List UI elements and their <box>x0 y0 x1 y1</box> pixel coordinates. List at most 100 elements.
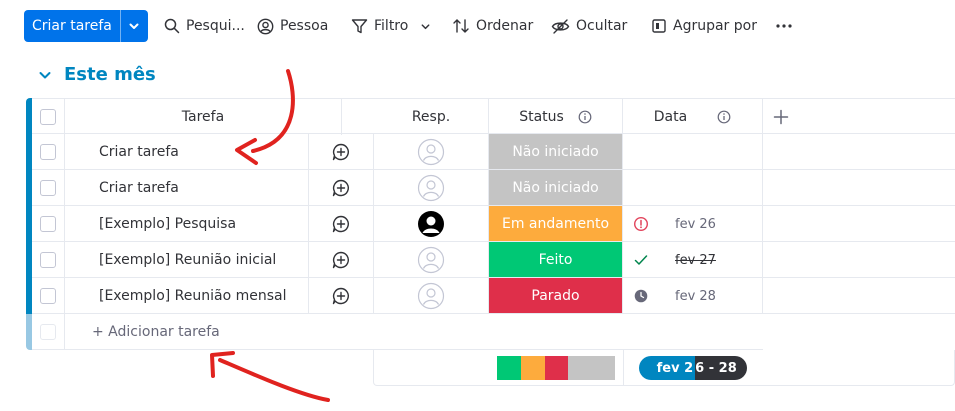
empty-avatar-icon[interactable] <box>417 174 445 202</box>
table-row[interactable]: Criar tarefa Não iniciado <box>32 134 955 170</box>
search-label: Pesqui... <box>186 18 245 34</box>
date-cell[interactable]: fev 27 <box>623 242 763 278</box>
add-task-row[interactable]: + Adicionar tarefa <box>32 314 763 350</box>
updates-cell[interactable] <box>309 206 374 242</box>
date-cell[interactable]: fev 28 <box>623 278 763 314</box>
table-row[interactable]: [Exemplo] Reunião inicial Feito fev 27 <box>32 242 955 278</box>
group-by-label: Agrupar por <box>673 18 757 34</box>
create-task-dropdown-button[interactable] <box>119 10 148 42</box>
info-icon[interactable] <box>578 110 592 124</box>
resp-cell[interactable] <box>374 170 489 206</box>
resp-cell[interactable] <box>374 242 489 278</box>
eye-off-icon <box>551 18 570 34</box>
empty-avatar-icon[interactable] <box>417 282 445 310</box>
add-update-icon[interactable] <box>331 214 351 234</box>
empty-avatar-icon[interactable] <box>417 246 445 274</box>
date-cell[interactable] <box>623 134 763 170</box>
more-dots-icon <box>776 24 792 28</box>
more-options-button[interactable] <box>775 10 799 42</box>
clock-icon <box>631 289 651 303</box>
column-header-task[interactable]: Tarefa <box>65 99 342 135</box>
add-update-icon[interactable] <box>331 178 351 198</box>
chevron-down-icon[interactable] <box>420 21 431 32</box>
row-checkbox[interactable] <box>40 252 56 268</box>
table-header-row: Tarefa Resp. Status Data <box>32 98 955 135</box>
table-row[interactable]: [Exemplo] Pesquisa Em andamento fev 26 <box>32 206 955 242</box>
group-header[interactable]: Este mês <box>38 64 156 85</box>
status-label[interactable]: Em andamento <box>489 206 622 241</box>
empty-cell <box>763 278 955 314</box>
row-select-cell <box>32 242 65 278</box>
select-all-checkbox[interactable] <box>40 109 56 125</box>
column-header-status-label: Status <box>519 109 564 125</box>
updates-cell[interactable] <box>309 134 374 170</box>
empty-cell <box>763 134 955 170</box>
info-icon[interactable] <box>717 110 731 124</box>
table-row[interactable]: Criar tarefa Não iniciado <box>32 170 955 206</box>
row-checkbox[interactable] <box>40 144 56 160</box>
status-label[interactable]: Não iniciado <box>489 170 622 205</box>
select-all-cell <box>32 99 65 135</box>
task-name[interactable]: Criar tarefa <box>65 170 309 206</box>
user-avatar-icon[interactable] <box>417 210 445 238</box>
task-name[interactable]: [Exemplo] Pesquisa <box>65 206 309 242</box>
create-task-split-button: Criar tarefa <box>24 10 148 42</box>
column-header-status[interactable]: Status <box>489 99 623 135</box>
add-update-icon[interactable] <box>331 142 351 162</box>
status-cell[interactable]: Em andamento <box>489 206 623 242</box>
status-label[interactable]: Feito <box>489 242 622 277</box>
add-row-checkbox <box>40 324 56 340</box>
chevron-down-icon[interactable] <box>38 68 52 82</box>
table-row[interactable]: [Exemplo] Reunião mensal Parado fev 28 <box>32 278 955 314</box>
row-checkbox[interactable] <box>40 180 56 196</box>
sort-label: Ordenar <box>476 18 534 34</box>
row-select-cell <box>32 170 65 206</box>
hide-button[interactable]: Ocultar <box>551 10 627 42</box>
column-header-date-label: Data <box>653 109 688 125</box>
hide-label: Ocultar <box>576 18 628 34</box>
row-checkbox[interactable] <box>40 216 56 232</box>
sort-button[interactable]: Ordenar <box>452 10 533 42</box>
resp-cell[interactable] <box>374 134 489 170</box>
create-task-button[interactable]: Criar tarefa <box>24 10 120 42</box>
empty-avatar-icon[interactable] <box>417 138 445 166</box>
person-label: Pessoa <box>280 18 329 34</box>
status-cell[interactable]: Não iniciado <box>489 170 623 206</box>
date-range-summary[interactable]: fev 2 6 - 28 <box>639 356 747 380</box>
task-name[interactable]: [Exemplo] Reunião inicial <box>65 242 309 278</box>
add-update-icon[interactable] <box>331 286 351 306</box>
add-column-plus-icon[interactable] <box>773 109 789 125</box>
status-label[interactable]: Parado <box>489 278 622 313</box>
search-button[interactable]: Pesqui... <box>164 10 245 42</box>
updates-cell[interactable] <box>309 278 374 314</box>
updates-cell[interactable] <box>309 170 374 206</box>
date-cell[interactable] <box>623 170 763 206</box>
task-name[interactable]: [Exemplo] Reunião mensal <box>65 278 309 314</box>
empty-cell <box>763 170 955 206</box>
group-by-button[interactable]: Agrupar por <box>651 10 757 42</box>
add-task-input[interactable]: + Adicionar tarefa <box>92 314 220 350</box>
resp-cell[interactable] <box>374 278 489 314</box>
row-checkbox[interactable] <box>40 288 56 304</box>
status-cell[interactable]: Não iniciado <box>489 134 623 170</box>
toolbar: Criar tarefa <box>24 10 148 42</box>
person-icon <box>257 18 274 34</box>
column-header-resp[interactable]: Resp. <box>374 99 489 135</box>
empty-cell <box>763 242 955 278</box>
task-name[interactable]: Criar tarefa <box>65 134 309 170</box>
status-label[interactable]: Não iniciado <box>489 134 622 169</box>
filter-button[interactable]: Filtro <box>351 10 437 42</box>
status-summary-bar[interactable] <box>497 356 615 380</box>
chevron-down-icon <box>129 23 139 29</box>
add-update-icon[interactable] <box>331 250 351 270</box>
status-cell[interactable]: Parado <box>489 278 623 314</box>
date-cell[interactable]: fev 26 <box>623 206 763 242</box>
updates-cell[interactable] <box>309 242 374 278</box>
group-title[interactable]: Este mês <box>64 64 156 85</box>
resp-cell[interactable] <box>374 206 489 242</box>
column-header-date[interactable]: Data <box>623 99 763 135</box>
person-filter-button[interactable]: Pessoa <box>257 10 328 42</box>
status-cell[interactable]: Feito <box>489 242 623 278</box>
sort-icon <box>453 19 469 33</box>
row-select-cell <box>32 206 65 242</box>
